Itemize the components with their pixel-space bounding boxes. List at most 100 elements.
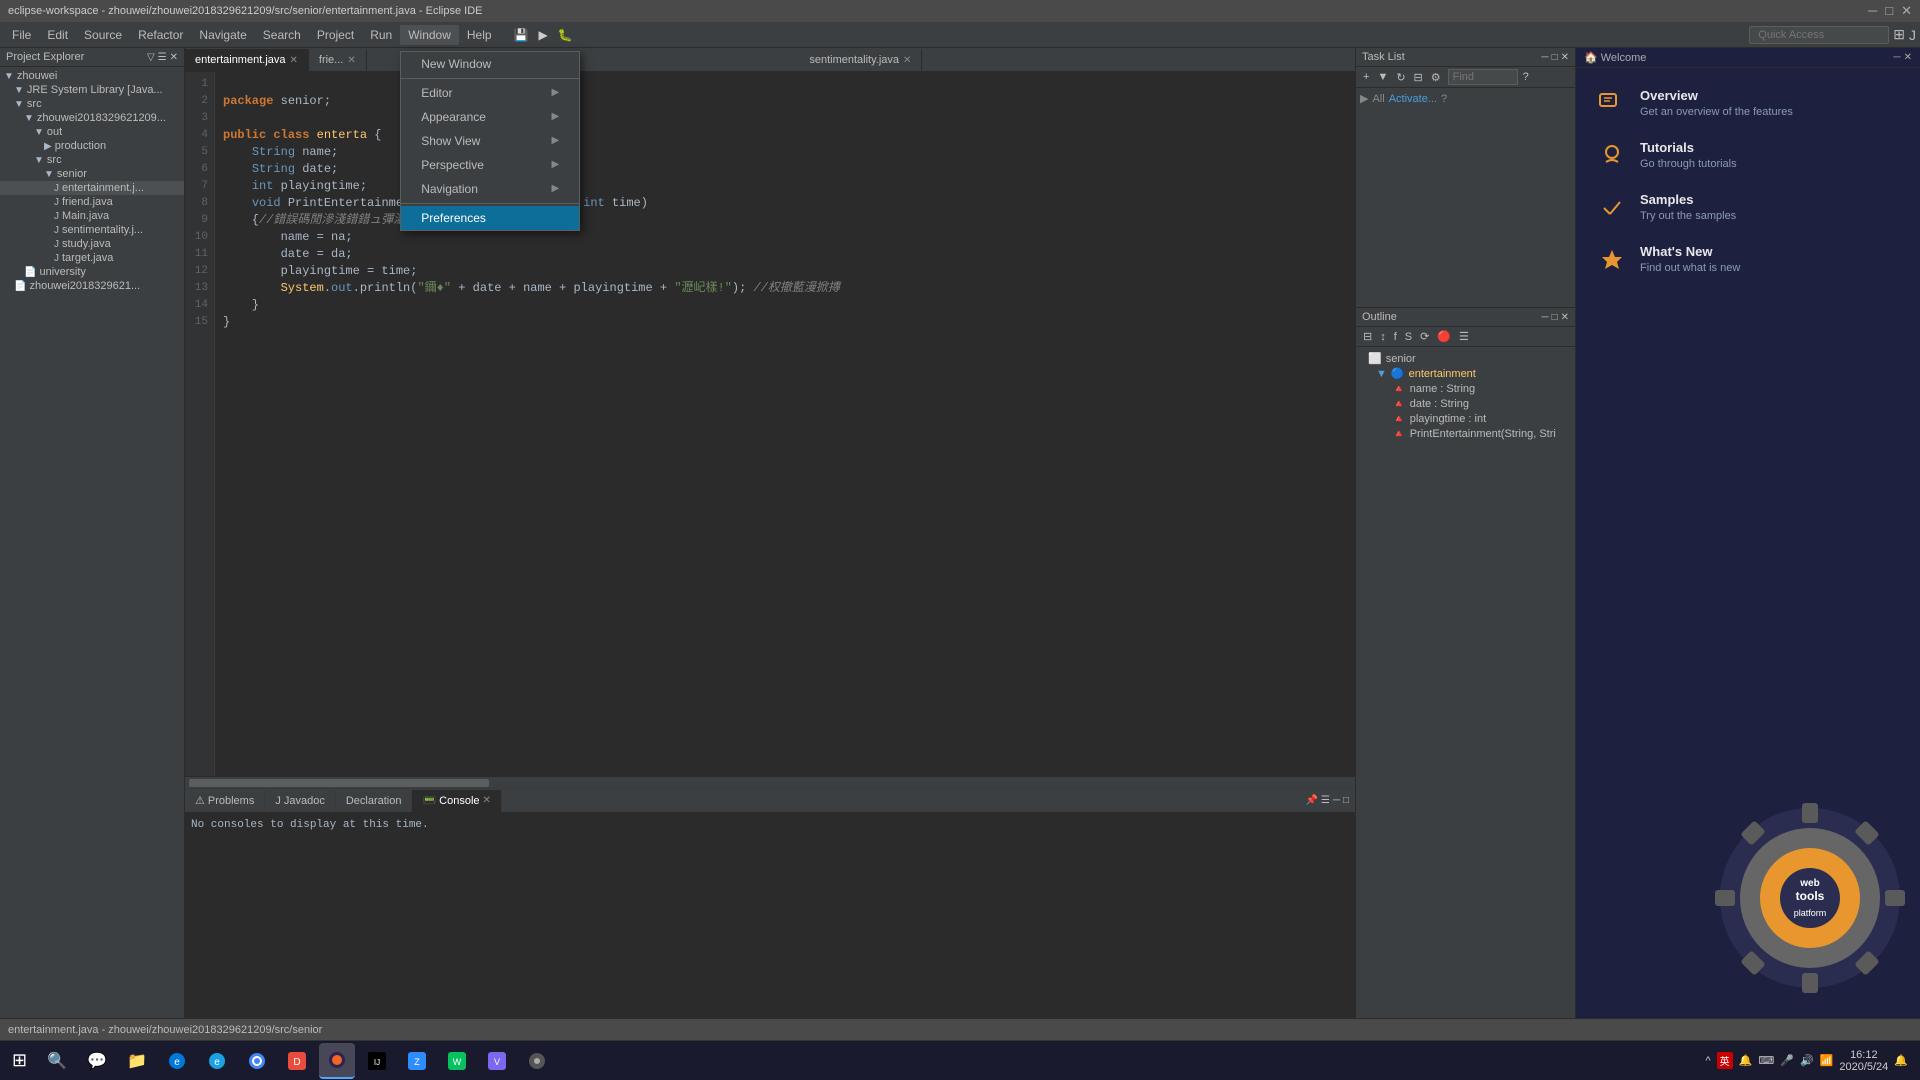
console-menu[interactable]: ☰	[1321, 795, 1330, 806]
outline-entertainment-class[interactable]: ▼ 🔵 entertainment	[1360, 366, 1571, 381]
welcome-whats-new[interactable]: What's New Find out what is new	[1596, 244, 1900, 276]
task-collapse[interactable]: ⊟	[1411, 70, 1426, 85]
taskbar-app2[interactable]: V	[479, 1043, 515, 1079]
quick-access-input[interactable]	[1749, 26, 1889, 44]
outline-collapse-all[interactable]: ⊟	[1360, 329, 1375, 344]
taskbar-ie[interactable]: e	[199, 1043, 235, 1079]
tree-zhouwei-file[interactable]: 📄 zhouwei2018329621...	[0, 279, 184, 293]
taskbar-wechat[interactable]: W	[439, 1043, 475, 1079]
outline-sort[interactable]: ↕	[1377, 330, 1389, 344]
tree-zhouwei[interactable]: ▼ zhouwei	[0, 69, 184, 83]
outline-sync[interactable]: ⟳	[1417, 329, 1432, 344]
tab-console-close[interactable]: ✕	[483, 795, 491, 806]
tree-src2[interactable]: ▼ src	[0, 153, 184, 167]
taskbar-edge[interactable]: e	[159, 1043, 195, 1079]
outline-hide-static[interactable]: S	[1402, 330, 1415, 344]
tree-zhouwei-folder[interactable]: ▼ zhouwei2018329621209...	[0, 111, 184, 125]
tree-production[interactable]: ▶ production	[0, 139, 184, 153]
outline-maximize[interactable]: □	[1552, 312, 1558, 323]
toolbar-save[interactable]: 💾	[510, 26, 533, 44]
tab-declaration[interactable]: Declaration	[336, 790, 413, 812]
tray-ime[interactable]: 英	[1717, 1052, 1733, 1069]
start-button[interactable]: ⊞	[4, 1046, 35, 1075]
tree-sentimentality-java[interactable]: J sentimentality.j...	[0, 223, 184, 237]
tray-volume[interactable]: 🔊	[1800, 1054, 1814, 1067]
welcome-tutorials[interactable]: Tutorials Go through tutorials	[1596, 140, 1900, 172]
welcome-close[interactable]: ✕	[1904, 52, 1912, 63]
taskbar-intellij[interactable]: IJ	[359, 1043, 395, 1079]
taskbar-settings[interactable]	[519, 1043, 555, 1079]
taskbar-task-view[interactable]: 💬	[79, 1043, 115, 1079]
tray-icon2[interactable]: ⌨	[1758, 1054, 1774, 1067]
tree-entertainment-java[interactable]: J entertainment.j...	[0, 181, 184, 195]
tree-main-java[interactable]: J Main.java	[0, 209, 184, 223]
code-editor[interactable]: 12345 678910 1112131415 package senior; …	[185, 72, 1355, 776]
explorer-menu[interactable]: ☰	[158, 52, 167, 63]
menu-refactor[interactable]: Refactor	[130, 25, 191, 45]
task-settings[interactable]: ⚙	[1428, 70, 1444, 85]
maximize-button[interactable]: □	[1885, 3, 1893, 19]
toolbar-run[interactable]: ▶	[535, 26, 552, 44]
tree-jre[interactable]: ▼ JRE System Library [Java...	[0, 83, 184, 97]
tray-icon1[interactable]: 🔔	[1739, 1054, 1753, 1067]
menu-file[interactable]: File	[4, 25, 39, 45]
tray-network[interactable]: 📶	[1820, 1054, 1834, 1067]
taskbar-file-explorer[interactable]: 📁	[119, 1043, 155, 1079]
task-find-input[interactable]	[1448, 69, 1518, 85]
menu-window[interactable]: Window New Window Editor ▶ Appearance ▶ …	[400, 25, 459, 45]
outline-hide-fields[interactable]: f	[1391, 330, 1400, 344]
tab-close-friend[interactable]: ✕	[347, 55, 355, 66]
tab-close-sent[interactable]: ✕	[903, 55, 911, 66]
perspective-switch[interactable]: ⊞	[1893, 26, 1905, 43]
toolbar-debug[interactable]: 🐛	[554, 26, 577, 44]
dropdown-editor[interactable]: Editor ▶	[401, 81, 579, 105]
taskbar-eclipse[interactable]	[319, 1043, 355, 1079]
menu-search[interactable]: Search	[255, 25, 309, 45]
tree-out[interactable]: ▼ out	[0, 125, 184, 139]
tray-notification[interactable]: 🔔	[1894, 1054, 1908, 1067]
editor-scroll-bar[interactable]	[185, 776, 1355, 788]
task-list-close[interactable]: ✕	[1561, 52, 1569, 63]
tray-show-hidden[interactable]: ^	[1705, 1055, 1710, 1067]
welcome-overview[interactable]: Overview Get an overview of the features	[1596, 88, 1900, 120]
tree-friend-java[interactable]: J friend.java	[0, 195, 184, 209]
dropdown-new-window[interactable]: New Window	[401, 52, 579, 76]
taskbar-app1[interactable]: D	[279, 1043, 315, 1079]
dropdown-preferences[interactable]: Preferences	[401, 206, 579, 230]
tab-close-entertainment[interactable]: ✕	[290, 55, 298, 66]
tab-javadoc[interactable]: J Javadoc	[265, 790, 335, 812]
task-activate[interactable]: Activate...	[1389, 93, 1437, 105]
taskbar-chrome[interactable]	[239, 1043, 275, 1079]
tree-src[interactable]: ▼ src	[0, 97, 184, 111]
task-list-maximize[interactable]: □	[1552, 52, 1558, 63]
task-help[interactable]: ?	[1520, 70, 1532, 84]
menu-help[interactable]: Help	[459, 25, 500, 45]
task-refresh[interactable]: ↻	[1393, 70, 1408, 85]
explorer-close[interactable]: ✕	[170, 52, 178, 63]
console-maximize[interactable]: □	[1343, 795, 1349, 806]
dropdown-show-view[interactable]: Show View ▶	[401, 129, 579, 153]
dropdown-perspective[interactable]: Perspective ▶	[401, 153, 579, 177]
outline-minimize[interactable]: ─	[1541, 312, 1548, 323]
outline-settings[interactable]: ☰	[1456, 329, 1472, 344]
console-pin[interactable]: 📌	[1305, 795, 1317, 806]
outline-field-playingtime[interactable]: 🔺 playingtime : int	[1360, 411, 1571, 426]
tab-friend-java[interactable]: frie... ✕	[309, 49, 367, 71]
explorer-collapse[interactable]: ▽	[147, 52, 155, 63]
outline-senior[interactable]: ⬜ senior	[1360, 351, 1571, 366]
welcome-samples[interactable]: Samples Try out the samples	[1596, 192, 1900, 224]
outline-field-name[interactable]: 🔺 name : String	[1360, 381, 1571, 396]
menu-run[interactable]: Run	[362, 25, 400, 45]
code-lines[interactable]: package senior; public class enterta { S…	[215, 72, 1355, 776]
tree-target-java[interactable]: J target.java	[0, 251, 184, 265]
outline-close[interactable]: ✕	[1561, 312, 1569, 323]
task-help-icon[interactable]: ?	[1441, 93, 1447, 105]
tab-sentimentality[interactable]: sentimentality.java ✕	[799, 49, 922, 71]
close-button[interactable]: ✕	[1901, 3, 1912, 19]
menu-navigate[interactable]: Navigate	[191, 25, 254, 45]
menu-source[interactable]: Source	[76, 25, 130, 45]
menu-edit[interactable]: Edit	[39, 25, 76, 45]
dropdown-navigation[interactable]: Navigation ▶	[401, 177, 579, 201]
taskbar-search[interactable]: 🔍	[39, 1043, 75, 1079]
tree-study-java[interactable]: J study.java	[0, 237, 184, 251]
